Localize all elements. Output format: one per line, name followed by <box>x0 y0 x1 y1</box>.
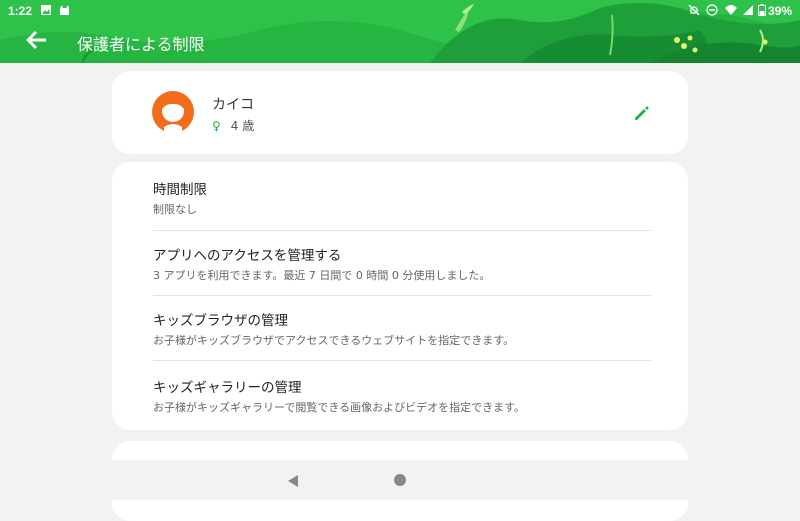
dnd-icon <box>706 4 718 19</box>
status-time: 1:22 <box>8 4 33 18</box>
wifi-icon <box>724 4 738 19</box>
avatar <box>152 91 194 133</box>
edit-profile-button[interactable] <box>632 103 652 123</box>
child-avatar-icon <box>152 91 194 133</box>
setting-title: 時間制限 <box>153 182 207 198</box>
setting-title: キッズブラウザの管理 <box>153 313 288 329</box>
setting-subtitle: お子様がキッズブラウザでアクセスできるウェブサイトを指定できます。 <box>153 334 515 347</box>
image-icon <box>40 4 52 19</box>
setting-time-limit[interactable]: 時間制限 制限なし <box>153 162 651 226</box>
setting-title: キッズギャラリーの管理 <box>153 380 302 396</box>
child-name: カイコ <box>212 97 254 113</box>
back-button[interactable] <box>26 30 48 50</box>
parental-settings-card: 時間制限 制限なし アプリへのアクセスを管理する 3 アプリを利用できます。最近… <box>112 162 688 430</box>
setting-kids-browser[interactable]: キッズブラウザの管理 お子様がキッズブラウザでアクセスできるウェブサイトを指定で… <box>153 293 651 357</box>
setting-app-access[interactable]: アプリへのアクセスを管理する 3 アプリを利用できます。最近 7 日間で 0 時… <box>153 228 651 292</box>
app-header: 1:22 39% 保護者による制限 <box>0 0 800 63</box>
mute-icon <box>688 4 700 19</box>
battery-percent: 39% <box>767 4 792 18</box>
child-profile-card[interactable]: カイコ ♀ 4 歳 <box>112 71 688 154</box>
nav-back-button[interactable] <box>286 473 300 492</box>
signal-icon <box>742 4 754 19</box>
setting-title: アプリへのアクセスを管理する <box>153 248 342 264</box>
setting-kids-gallery[interactable]: キッズギャラリーの管理 お子様がキッズギャラリーで閲覧できる画像およびビデオを指… <box>153 360 651 424</box>
setting-subtitle: お子様がキッズギャラリーで閲覧できる画像およびビデオを指定できます。 <box>153 401 526 414</box>
setting-subtitle: 制限なし <box>153 203 197 216</box>
child-age: 4 歳 <box>230 119 255 133</box>
nav-home-button[interactable] <box>394 474 406 486</box>
battery-icon <box>758 4 766 19</box>
arrow-back-icon <box>26 30 46 50</box>
female-icon: ♀ <box>212 119 221 133</box>
page-title: 保護者による制限 <box>77 35 205 54</box>
pencil-icon <box>635 106 649 120</box>
child-age-row: ♀ 4 歳 <box>212 117 254 134</box>
status-bar: 1:22 39% <box>0 0 800 22</box>
nav-back-icon <box>288 475 298 487</box>
cat-icon <box>58 4 70 19</box>
setting-subtitle: 3 アプリを利用できます。最近 7 日間で 0 時間 0 分使用しました。 <box>153 269 491 282</box>
